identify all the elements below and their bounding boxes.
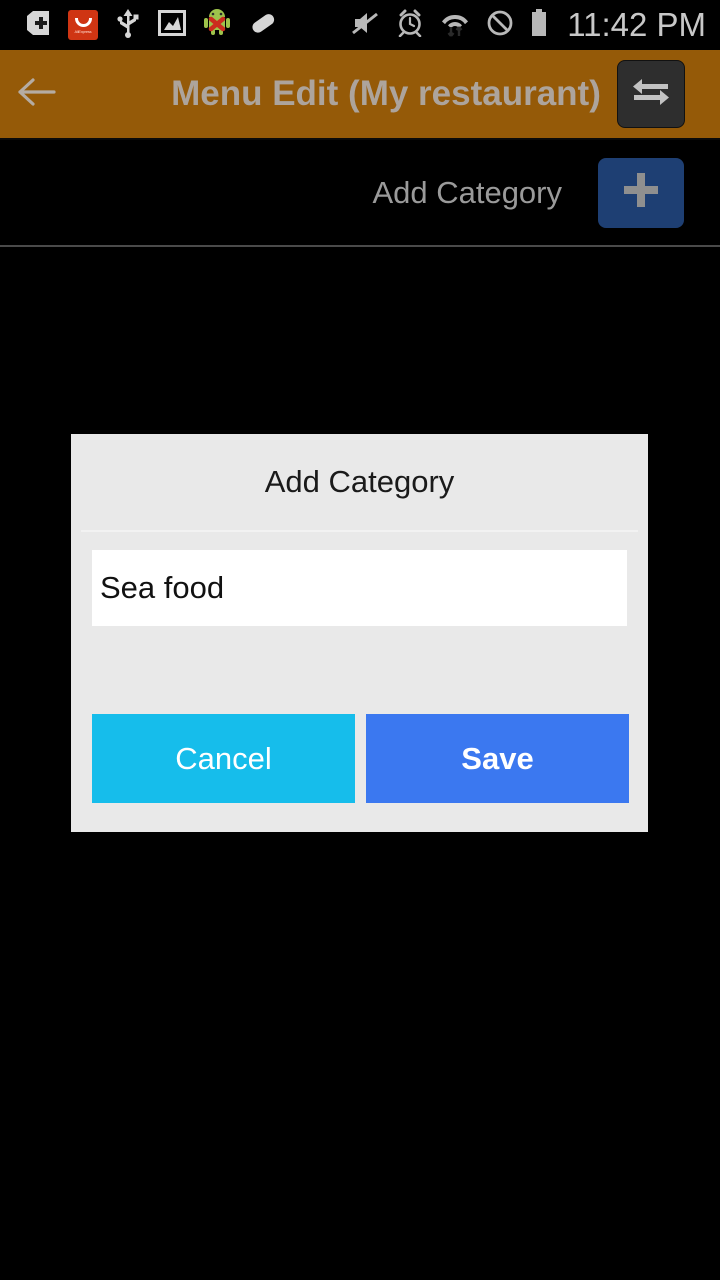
do-not-disturb-icon — [485, 9, 515, 42]
swap-arrows-icon — [630, 73, 672, 116]
save-button[interactable]: Save — [366, 714, 629, 803]
toolbar-bottom-divider — [0, 245, 720, 247]
usb-icon — [114, 8, 142, 43]
wifi-data-transfer-icon — [439, 9, 471, 42]
app-bar: Menu Edit (My restaurant) — [0, 50, 720, 138]
add-category-label: Add Category — [372, 174, 562, 210]
screenshot-image-icon — [158, 9, 186, 42]
cancel-button[interactable]: Cancel — [92, 714, 355, 803]
dialog-actions: Cancel Save — [92, 714, 629, 803]
status-bar-left-icons: AliExpress — [0, 8, 278, 43]
dialog-title: Add Category — [264, 464, 455, 499]
status-bar: AliExpress 11:42 PM — [0, 0, 720, 50]
app-screen: AliExpress 11:42 PM Menu Edit (My restau… — [0, 0, 720, 1280]
status-bar-right-icons: 11:42 PM — [351, 0, 706, 50]
status-bar-clock: 11:42 PM — [567, 6, 706, 43]
dialog-body: Category name — [71, 532, 648, 626]
alarm-clock-icon — [395, 9, 425, 42]
battery-icon — [529, 8, 549, 43]
capsule-pill-icon — [248, 9, 278, 42]
category-name-input[interactable] — [92, 550, 627, 626]
aliexpress-smile — [74, 18, 92, 27]
add-category-button[interactable] — [598, 157, 684, 228]
mute-icon — [351, 9, 381, 42]
android-error-icon — [202, 8, 232, 42]
add-category-row: Add Category — [0, 140, 720, 245]
add-shortcut-icon — [24, 9, 52, 42]
plus-icon — [618, 167, 664, 218]
swap-order-button[interactable] — [617, 60, 685, 128]
aliexpress-label: AliExpress — [74, 29, 92, 34]
aliexpress-icon: AliExpress — [68, 10, 98, 40]
add-category-dialog: Add Category Category name Cancel Save — [71, 434, 648, 832]
